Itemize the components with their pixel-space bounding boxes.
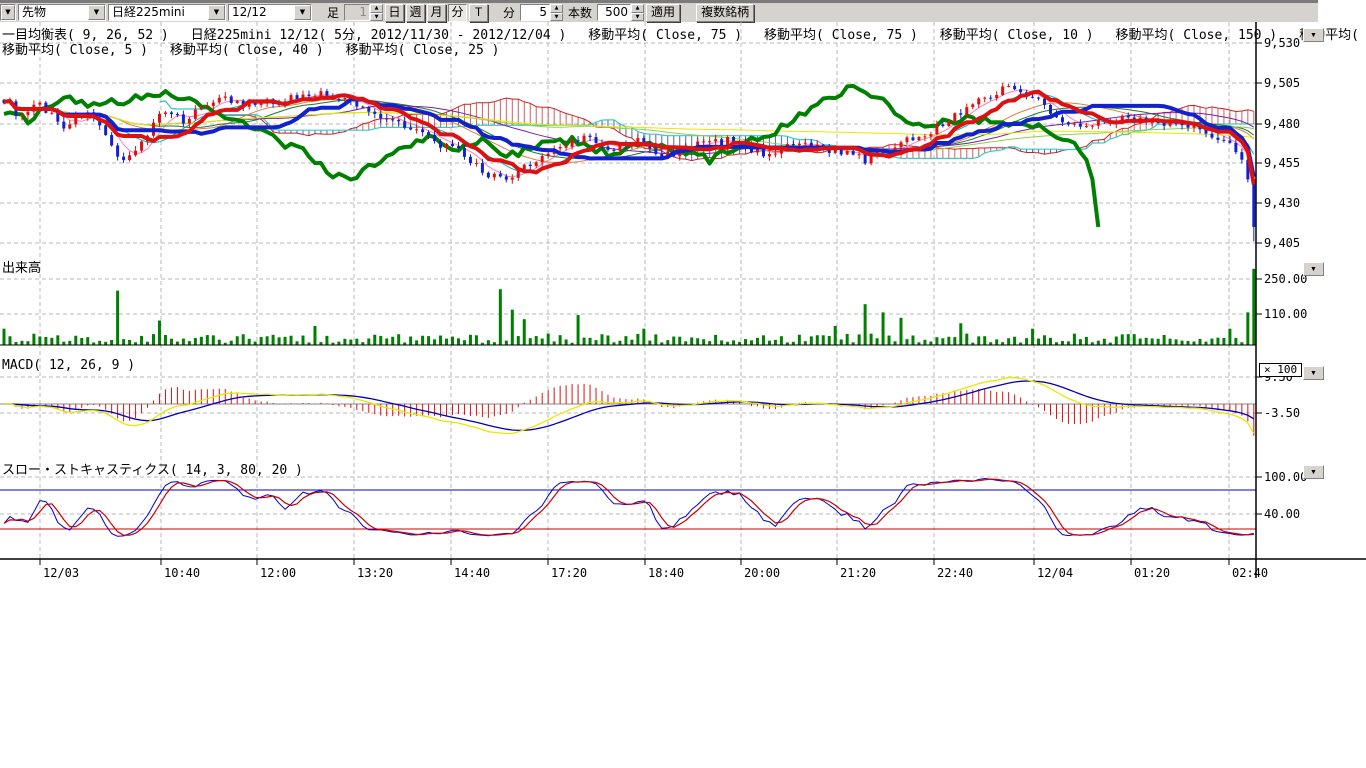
minute-label: 分 (500, 4, 518, 21)
x-tick-label: 14:40 (454, 566, 490, 580)
x-tick-label: 18:40 (648, 566, 684, 580)
symbol-select[interactable]: 日経225mini ▼ (108, 4, 226, 21)
x-tick-label: 13:20 (357, 566, 393, 580)
y-tick-label: 9,480 (1264, 117, 1300, 131)
period-month-button[interactable]: 月 (427, 4, 446, 22)
minute-value: 5 (520, 4, 550, 21)
stoch-pane-label: スロー・ストキャスティクス( 14, 3, 80, 20 ) (2, 459, 303, 478)
bar-count-label: 本数 (565, 4, 595, 21)
minute-stepper[interactable]: 5 ▲▼ (520, 4, 563, 21)
instrument-type-value: 先物 (19, 5, 88, 20)
chart-area: 9,5309,5059,4809,4559,4309,405250.00110.… (0, 22, 1366, 768)
stoch-pane-selector-arrow[interactable]: ▼ (1303, 465, 1324, 479)
volume-unit-badge: × 100 (1259, 363, 1302, 377)
x-tick-label: 12/04 (1037, 566, 1073, 580)
chart-canvas: 9,5309,5059,4809,4559,4309,405250.00110.… (0, 22, 1366, 768)
chart-application-window: { "toolbar": { "stub_combo_arrow": "▼", … (0, 0, 1366, 768)
period-minute-button[interactable]: 分 (448, 4, 467, 22)
y-tick-label: 40.00 (1264, 507, 1300, 521)
volume-pane-selector-arrow[interactable]: ▼ (1303, 262, 1324, 276)
period-day-button[interactable]: 日 (385, 4, 404, 22)
spinner-arrows[interactable]: ▲▼ (631, 4, 644, 21)
y-tick-label: 9,430 (1264, 196, 1300, 210)
x-tick-label: 02:40 (1232, 566, 1268, 580)
y-tick-label: 9,455 (1264, 156, 1300, 170)
legend-item: 移動平均( Close, 75 ) (588, 24, 742, 43)
y-tick-label: -3.50 (1264, 406, 1300, 420)
legend-item: 移動平均( Close, 25 ) (346, 39, 500, 58)
x-tick-label: 20:00 (744, 566, 780, 580)
legend-item: 移動平均( Close, 40 ) (170, 39, 324, 58)
chevron-down-icon[interactable]: ▼ (294, 5, 311, 20)
chevron-down-icon[interactable]: ▼ (88, 5, 105, 20)
y-tick-label: 9,505 (1264, 76, 1300, 90)
toolbar: ▼ 先物 ▼ 日経225mini ▼ 12/12 ▼ 足 1 ▲▼ 日 週 月 … (0, 0, 1318, 22)
spinner-arrows[interactable]: ▲▼ (370, 4, 383, 21)
x-tick-label: 21:20 (840, 566, 876, 580)
x-tick-label: 12/03 (43, 566, 79, 580)
chevron-down-icon[interactable]: ▼ (1, 5, 15, 20)
legend-item: 移動平均( Close, 5 ) (2, 39, 148, 58)
bar-type-label: 足 (324, 4, 342, 21)
contract-month-select[interactable]: 12/12 ▼ (228, 4, 312, 21)
window-combo-stub[interactable]: ▼ (0, 4, 16, 21)
volume-pane-label: 出来高 (2, 257, 41, 276)
y-tick-label: 110.00 (1264, 307, 1307, 321)
symbol-value: 日経225mini (109, 5, 208, 20)
x-tick-label: 22:40 (937, 566, 973, 580)
bar-count-stepper[interactable]: 500 ▲▼ (597, 4, 644, 21)
spinner-arrows[interactable]: ▲▼ (550, 4, 563, 21)
multi-symbol-button[interactable]: 複数銘柄 (696, 4, 754, 22)
y-tick-label: 9,405 (1264, 236, 1300, 250)
x-tick-label: 17:20 (551, 566, 587, 580)
apply-button[interactable]: 適用 (646, 4, 680, 22)
y-tick-label: 100.00 (1264, 470, 1307, 484)
x-tick-label: 01:20 (1134, 566, 1170, 580)
price-pane-selector-arrow[interactable]: ▼ (1303, 28, 1324, 42)
macd-pane-selector-arrow[interactable]: ▼ (1303, 366, 1324, 380)
bar-interval-stepper[interactable]: 1 ▲▼ (344, 4, 383, 21)
y-tick-label: 250.00 (1264, 272, 1307, 286)
contract-month-value: 12/12 (229, 5, 294, 20)
legend-item: 移動平均( Close, 10 ) (940, 24, 1094, 43)
bar-interval-value: 1 (344, 4, 370, 21)
legend-item: 移動平均( Close, 150 ) (1116, 24, 1278, 43)
indicator-legend-row-2: 移動平均( Close, 5 ) 移動平均( Close, 40 ) 移動平均( C… (2, 39, 521, 58)
instrument-type-select[interactable]: 先物 ▼ (18, 4, 106, 21)
chevron-down-icon[interactable]: ▼ (208, 5, 225, 20)
x-tick-label: 10:40 (164, 566, 200, 580)
period-week-button[interactable]: 週 (406, 4, 425, 22)
legend-item: 移動平均( Close, 75 ) (764, 24, 918, 43)
x-tick-label: 12:00 (260, 566, 296, 580)
macd-pane-label: MACD( 12, 26, 9 ) (2, 358, 135, 373)
bar-count-value: 500 (597, 4, 631, 21)
period-tick-button[interactable]: T (469, 4, 488, 22)
